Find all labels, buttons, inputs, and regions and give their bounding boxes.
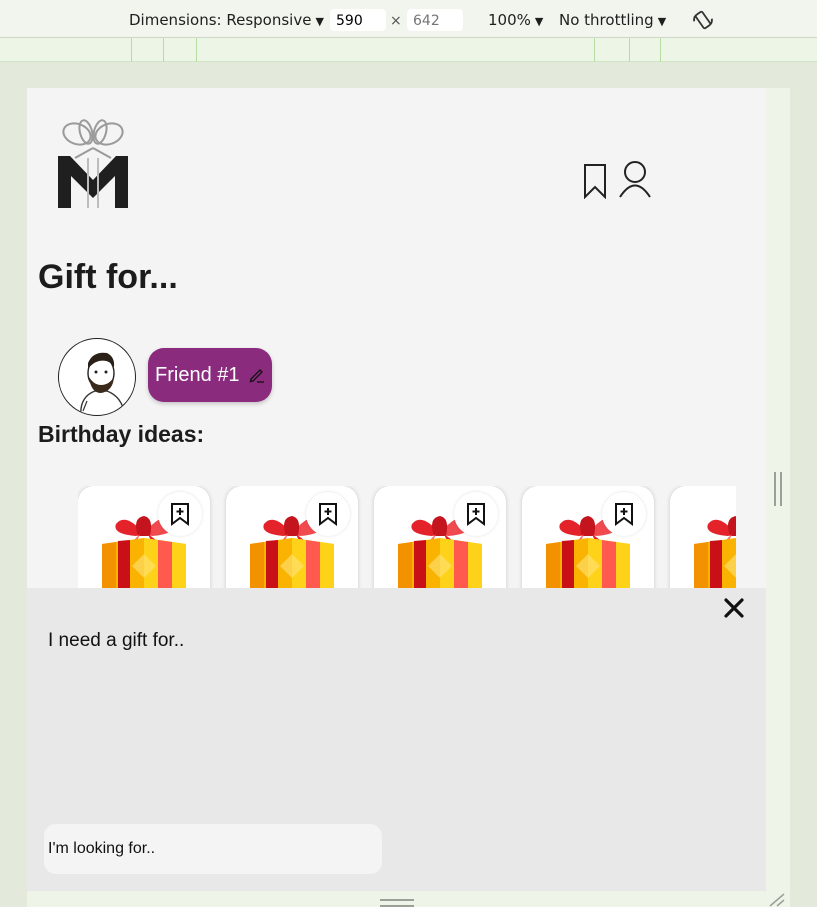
page-viewport: Gift for... Friend #1 Birthday ideas: I … [27,88,766,891]
gift-card[interactable] [374,486,506,596]
gift-ideas-carousel[interactable] [78,486,736,596]
resize-handle-bottom[interactable] [380,899,414,907]
bookmark-icon[interactable] [583,163,607,199]
user-icon[interactable] [618,160,652,198]
bookmark-add-icon [171,503,189,526]
media-query-ruler [0,38,817,62]
gift-card[interactable] [670,486,736,596]
bearded-man-avatar-icon [80,352,126,415]
close-icon[interactable] [722,596,746,620]
throttling-label: No throttling [559,11,654,29]
resize-handle-corner[interactable] [766,893,786,907]
save-gift-button[interactable] [158,492,202,536]
rotate-icon[interactable] [692,9,714,31]
chevron-down-icon: ▼ [657,15,667,28]
dimensions-label: Dimensions: Responsive [129,11,312,29]
resize-handle-right[interactable] [774,472,782,506]
times-separator: × [390,13,402,29]
save-gift-button[interactable] [602,492,646,536]
zoom-label: 100% [488,11,531,29]
gift-box-image [694,516,736,596]
chevron-down-icon: ▼ [315,15,324,28]
width-input[interactable] [330,9,386,31]
gift-card[interactable] [522,486,654,596]
chat-input[interactable] [44,824,382,874]
gift-card[interactable] [78,486,210,596]
bookmark-add-icon [467,503,485,526]
chat-panel: I need a gift for.. [27,588,766,891]
devtools-toolbar: Dimensions: Responsive▼ × 100%▼ No throt… [0,0,817,38]
friend-name-label: Friend #1 [155,363,240,386]
chat-message: I need a gift for.. [48,630,185,651]
save-gift-button[interactable] [454,492,498,536]
friend-name-chip[interactable]: Friend #1 [148,348,272,402]
throttling-dropdown[interactable]: No throttling ▼ [559,11,666,29]
chevron-down-icon: ▼ [534,15,544,28]
gift-logo-icon [58,119,128,208]
friend-avatar[interactable] [58,338,136,416]
section-title: Birthday ideas: [38,421,205,447]
bookmark-add-icon [615,503,633,526]
page-title: Gift for... [38,258,178,296]
pencil-icon[interactable] [248,366,266,384]
bookmark-add-icon [319,503,337,526]
gift-card[interactable] [226,486,358,596]
zoom-dropdown[interactable]: 100% ▼ [488,11,543,29]
save-gift-button[interactable] [306,492,350,536]
dimensions-dropdown[interactable]: Dimensions: Responsive ▼ [129,11,324,29]
height-input[interactable] [407,9,463,31]
